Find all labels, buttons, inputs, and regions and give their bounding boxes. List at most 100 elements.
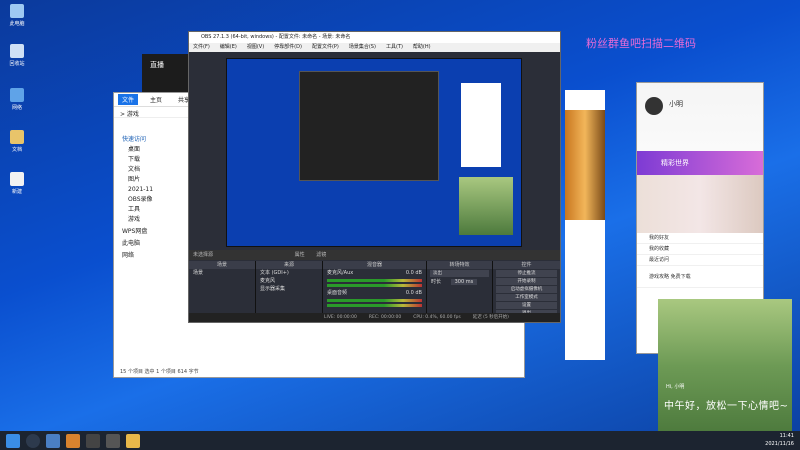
properties-button[interactable]: 属性 <box>295 252 305 258</box>
volume-slider[interactable] <box>327 284 422 287</box>
qq-list-item[interactable]: 我的收藏 <box>637 244 763 255</box>
background-window[interactable]: 直播 <box>142 54 188 94</box>
obs-window[interactable]: OBS 27.1.3 (64-bit, windows) - 配置文件: 未命名… <box>188 31 561 323</box>
preview-image-thumb <box>459 177 513 235</box>
controls-header: 控件 <box>493 261 560 269</box>
nav-item[interactable]: 此电脑 <box>122 239 182 249</box>
notification-greeting: Hi, 小明 <box>666 384 685 390</box>
qq-profile-header: 小明 <box>637 83 763 151</box>
network-icon <box>10 88 24 102</box>
search-icon[interactable] <box>26 433 40 448</box>
taskbar-app-icon[interactable] <box>86 433 100 448</box>
nav-item[interactable]: 桌面 <box>122 145 182 155</box>
qq-news-item[interactable]: 游戏攻略 免费下载 <box>637 266 763 288</box>
promo-text: 粉丝群鱼吧扫描二维码 <box>586 37 696 50</box>
desktop-icon-computer[interactable]: 此电脑 <box>4 4 30 27</box>
virtual-camera-button[interactable]: 启动虚拟摄像机 <box>496 286 557 293</box>
qq-list-item[interactable]: 我的好友 <box>637 233 763 244</box>
scenes-dock: 场景 场景 + − ∧ ∨ <box>189 261 256 321</box>
taskbar-app-icon[interactable] <box>66 433 80 448</box>
tab-home[interactable]: 主页 <box>146 94 166 105</box>
browser-window[interactable] <box>565 90 605 360</box>
notification-popup[interactable]: Hi, 小明 中午好，放松一下心情吧~ <box>658 299 792 433</box>
desktop-icon-label: 此电脑 <box>9 21 25 27</box>
nav-item[interactable]: 文档 <box>122 165 182 175</box>
stop-streaming-button[interactable]: 停止推流 <box>496 270 557 277</box>
sources-header: 来源 <box>256 261 322 269</box>
nav-item[interactable]: 工具 <box>122 205 182 215</box>
nav-item[interactable]: 2021-11 <box>122 185 182 195</box>
clock-date: 2021/11/16 <box>765 441 794 447</box>
mixer-channel-db: 0.0 dB <box>405 290 422 296</box>
qq-promo-banner[interactable]: 精彩世界 <box>637 151 763 175</box>
desktop-icon-label: 新建 <box>11 189 22 195</box>
source-item[interactable]: 显示器采集 <box>256 285 322 293</box>
taskbar-app-icon[interactable] <box>106 433 120 448</box>
menu-item[interactable]: 停靠部件(D) <box>274 43 302 52</box>
desktop-icon-docs[interactable]: 文档 <box>4 130 30 153</box>
window-title: OBS 27.1.3 (64-bit, windows) - 配置文件: 未命名… <box>189 32 560 43</box>
qq-username: 小明 <box>669 100 683 108</box>
transition-select[interactable]: 淡出 <box>430 270 489 277</box>
tab-file[interactable]: 文件 <box>118 94 139 105</box>
menu-item[interactable]: 配置文件(P) <box>312 43 339 52</box>
menu-item[interactable]: 工具(T) <box>386 43 403 52</box>
system-clock[interactable]: 11:41 2021/11/16 <box>765 432 794 448</box>
taskbar-app-icon[interactable] <box>46 433 60 448</box>
filters-button[interactable]: 滤镜 <box>316 252 326 258</box>
menu-item[interactable]: 帮助(H) <box>413 43 431 52</box>
desktop-icon-new[interactable]: 新建 <box>4 172 30 195</box>
mixer-channel-db: 0.0 dB <box>405 270 422 276</box>
start-recording-button[interactable]: 开始录制 <box>496 278 557 285</box>
studio-mode-button[interactable]: 工作室模式 <box>496 294 557 301</box>
avatar[interactable] <box>645 97 663 115</box>
rec-timer: REC: 00:00:00 <box>368 315 402 320</box>
desktop-icon-label: 文档 <box>11 147 22 153</box>
live-timer: LIVE: 00:00:00 <box>324 315 357 320</box>
qq-list-item[interactable]: 最近访问 <box>637 255 763 266</box>
desktop-icon-label: 回收站 <box>9 61 25 67</box>
window-logo: 直播 <box>150 61 164 69</box>
explorer-nav-pane: 快速访问 桌面 下载 文档 图片 2021-11 OBS录像 工具 游戏 WPS… <box>114 133 190 365</box>
desktop-icon-network[interactable]: 网络 <box>4 88 30 111</box>
explorer-status-bar: 15 个项目 选中 1 个项目 614 字节 <box>120 369 199 375</box>
duration-input[interactable]: 300 ms <box>450 279 478 285</box>
source-item[interactable]: 文本 (GDI+) <box>256 269 322 277</box>
nav-item[interactable]: WPS网盘 <box>122 227 182 237</box>
sources-dock: 来源 文本 (GDI+) 麦克风 显示器采集 + − ⚙ ∧ ∨ <box>256 261 323 321</box>
nav-item[interactable]: 图片 <box>122 175 182 185</box>
mixer-channel-name: 桌面音频 <box>327 290 348 296</box>
menu-bar: 文件(F) 编辑(E) 视图(V) 停靠部件(D) 配置文件(P) 场景集合(S… <box>189 43 560 52</box>
qq-promo-images[interactable] <box>637 175 763 233</box>
preview-thumb-2 <box>461 83 501 167</box>
scene-item[interactable]: 场景 <box>189 269 255 277</box>
nav-item[interactable]: 下载 <box>122 155 182 165</box>
transitions-dock: 转场特效 淡出 时长 300 ms <box>427 261 493 321</box>
volume-slider[interactable] <box>327 304 422 307</box>
obs-preview[interactable] <box>226 58 522 247</box>
volume-meter <box>327 279 422 282</box>
source-item[interactable]: 麦克风 <box>256 277 322 285</box>
preview-info-bar: 未选择源 属性 滤镜 <box>189 250 560 260</box>
menu-item[interactable]: 文件(F) <box>193 43 210 52</box>
menu-item[interactable]: 编辑(E) <box>220 43 237 52</box>
browser-banner-image <box>565 110 605 220</box>
nav-item[interactable]: OBS录像 <box>122 195 182 205</box>
transitions-header: 转场特效 <box>427 261 492 269</box>
nav-item[interactable]: 游戏 <box>122 215 182 225</box>
desktop-icon-recycle[interactable]: 回收站 <box>4 44 30 67</box>
start-icon[interactable] <box>6 433 20 448</box>
menu-item[interactable]: 场景集合(S) <box>349 43 376 52</box>
taskbar-app-icon[interactable] <box>126 433 140 448</box>
cpu-readout: CPU: 0.4%, 60.00 fps <box>413 315 461 320</box>
mixer-channel-name: 麦克风/Aux <box>327 270 354 276</box>
scenes-header: 场景 <box>189 261 255 269</box>
menu-item[interactable]: 视图(V) <box>247 43 264 52</box>
computer-icon <box>10 4 24 18</box>
preview-nested-window <box>299 71 439 181</box>
settings-button[interactable]: 设置 <box>496 302 557 309</box>
nav-item[interactable]: 网络 <box>122 251 182 261</box>
obs-docks: 场景 场景 + − ∧ ∨ 来源 文本 (GDI+) 麦克风 显示器采集 + −… <box>189 261 560 321</box>
duration-label: 时长 <box>431 279 442 285</box>
nav-item[interactable]: 快速访问 <box>122 135 182 145</box>
